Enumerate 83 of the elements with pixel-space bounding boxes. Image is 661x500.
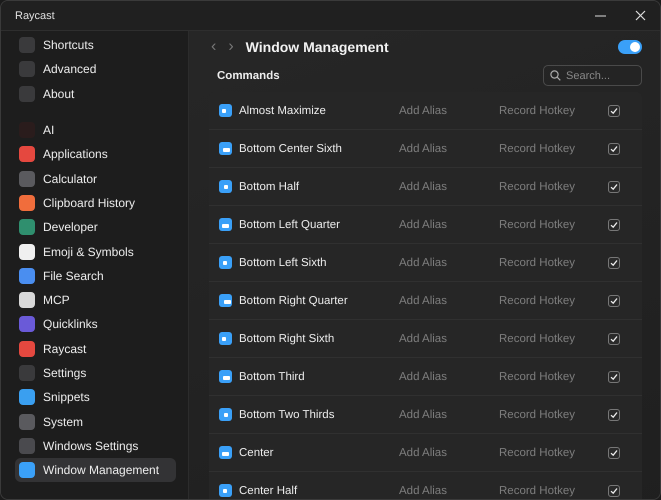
- add-alias-link[interactable]: Add Alias: [399, 104, 499, 116]
- enabled-checkbox[interactable]: [608, 446, 620, 458]
- window-layout-icon: [219, 484, 232, 497]
- add-alias-link[interactable]: Add Alias: [399, 446, 499, 458]
- command-name: Bottom Left Quarter: [239, 218, 340, 230]
- command-name: Almost Maximize: [239, 104, 326, 116]
- record-hotkey-link[interactable]: Record Hotkey: [499, 104, 608, 116]
- sidebar-item[interactable]: Clipboard History: [15, 190, 176, 216]
- sidebar-item[interactable]: Developer: [15, 215, 176, 240]
- window-layout-icon: [219, 408, 232, 421]
- add-alias-link[interactable]: Add Alias: [399, 484, 499, 496]
- forward-button[interactable]: ›: [226, 39, 236, 55]
- sidebar-item[interactable]: Settings: [15, 360, 176, 386]
- sidebar-item[interactable]: Advanced: [15, 57, 176, 82]
- sidebar-item[interactable]: Snippets: [15, 385, 176, 410]
- sidebar-item[interactable]: MCP: [15, 288, 176, 312]
- minimize-icon: [594, 14, 606, 16]
- command-name: Bottom Half: [239, 180, 300, 192]
- close-icon: [634, 10, 646, 21]
- window-layout-icon: [219, 332, 232, 345]
- add-alias-link[interactable]: Add Alias: [399, 370, 499, 382]
- window-layout-icon: [219, 446, 232, 459]
- command-name: Bottom Right Sixth: [239, 332, 334, 344]
- record-hotkey-link[interactable]: Record Hotkey: [499, 218, 608, 230]
- command-name: Center: [239, 446, 274, 458]
- sidebar-item[interactable]: Shortcuts: [15, 33, 176, 58]
- window-layout-icon: [219, 180, 232, 193]
- add-alias-link[interactable]: Add Alias: [399, 294, 499, 306]
- add-alias-link[interactable]: Add Alias: [399, 408, 499, 420]
- sidebar-item[interactable]: Applications: [15, 142, 176, 166]
- add-alias-link[interactable]: Add Alias: [399, 256, 499, 268]
- command-name: Center Half: [239, 484, 298, 496]
- enabled-checkbox[interactable]: [608, 370, 620, 382]
- window-layout-icon: [219, 104, 232, 117]
- sidebar-item[interactable]: About: [15, 82, 176, 106]
- record-hotkey-link[interactable]: Record Hotkey: [499, 446, 608, 458]
- sidebar-item[interactable]: Quicklinks: [15, 312, 176, 337]
- command-name: Bottom Two Thirds: [239, 408, 334, 420]
- command-name: Bottom Third: [239, 370, 305, 382]
- record-hotkey-link[interactable]: Record Hotkey: [499, 256, 608, 268]
- window-layout-icon: [219, 294, 232, 307]
- search-icon: [550, 70, 561, 81]
- add-alias-link[interactable]: Add Alias: [399, 332, 499, 344]
- enable-toggle[interactable]: [618, 40, 642, 54]
- record-hotkey-link[interactable]: Record Hotkey: [499, 294, 608, 306]
- record-hotkey-link[interactable]: Record Hotkey: [499, 408, 608, 420]
- window-layout-icon: [219, 256, 232, 269]
- window-layout-icon: [219, 218, 232, 231]
- sidebar-item[interactable]: Raycast: [15, 336, 176, 361]
- record-hotkey-link[interactable]: Record Hotkey: [499, 370, 608, 382]
- enabled-checkbox[interactable]: [608, 408, 620, 420]
- sidebar-item[interactable]: AI: [15, 118, 176, 142]
- sidebar-item[interactable]: File Search: [15, 264, 176, 288]
- add-alias-link[interactable]: Add Alias: [399, 142, 499, 154]
- search-field[interactable]: Search...: [543, 65, 642, 86]
- add-alias-link[interactable]: Add Alias: [399, 218, 499, 230]
- enabled-checkbox[interactable]: [608, 294, 620, 306]
- window-layout-icon: [219, 142, 232, 155]
- window-layout-icon: [219, 370, 232, 383]
- back-button[interactable]: ‹: [209, 39, 218, 55]
- record-hotkey-link[interactable]: Record Hotkey: [499, 142, 608, 154]
- enabled-checkbox[interactable]: [608, 218, 620, 230]
- enabled-checkbox[interactable]: [608, 104, 620, 116]
- sidebar-item[interactable]: Windows Settings: [15, 434, 176, 458]
- enabled-checkbox[interactable]: [608, 142, 620, 154]
- record-hotkey-link[interactable]: Record Hotkey: [499, 180, 608, 192]
- command-name: Bottom Right Quarter: [239, 294, 348, 306]
- sidebar-item[interactable]: System: [15, 409, 176, 434]
- command-name: Bottom Center Sixth: [239, 142, 342, 154]
- page-title: Window Management: [246, 39, 390, 55]
- add-alias-link[interactable]: Add Alias: [399, 180, 499, 192]
- sidebar-item[interactable]: Calculator: [15, 166, 176, 191]
- sidebar-item[interactable]: Emoji & Symbols: [15, 239, 176, 264]
- record-hotkey-link[interactable]: Record Hotkey: [499, 484, 608, 496]
- enabled-checkbox[interactable]: [608, 484, 620, 496]
- enabled-checkbox[interactable]: [608, 332, 620, 344]
- window-title: Raycast: [15, 10, 56, 22]
- enabled-checkbox[interactable]: [608, 256, 620, 268]
- section-title: Commands: [217, 70, 280, 82]
- sidebar-item[interactable]: Window Management: [15, 458, 176, 482]
- command-name: Bottom Left Sixth: [239, 256, 327, 268]
- enabled-checkbox[interactable]: [608, 180, 620, 192]
- record-hotkey-link[interactable]: Record Hotkey: [499, 332, 608, 344]
